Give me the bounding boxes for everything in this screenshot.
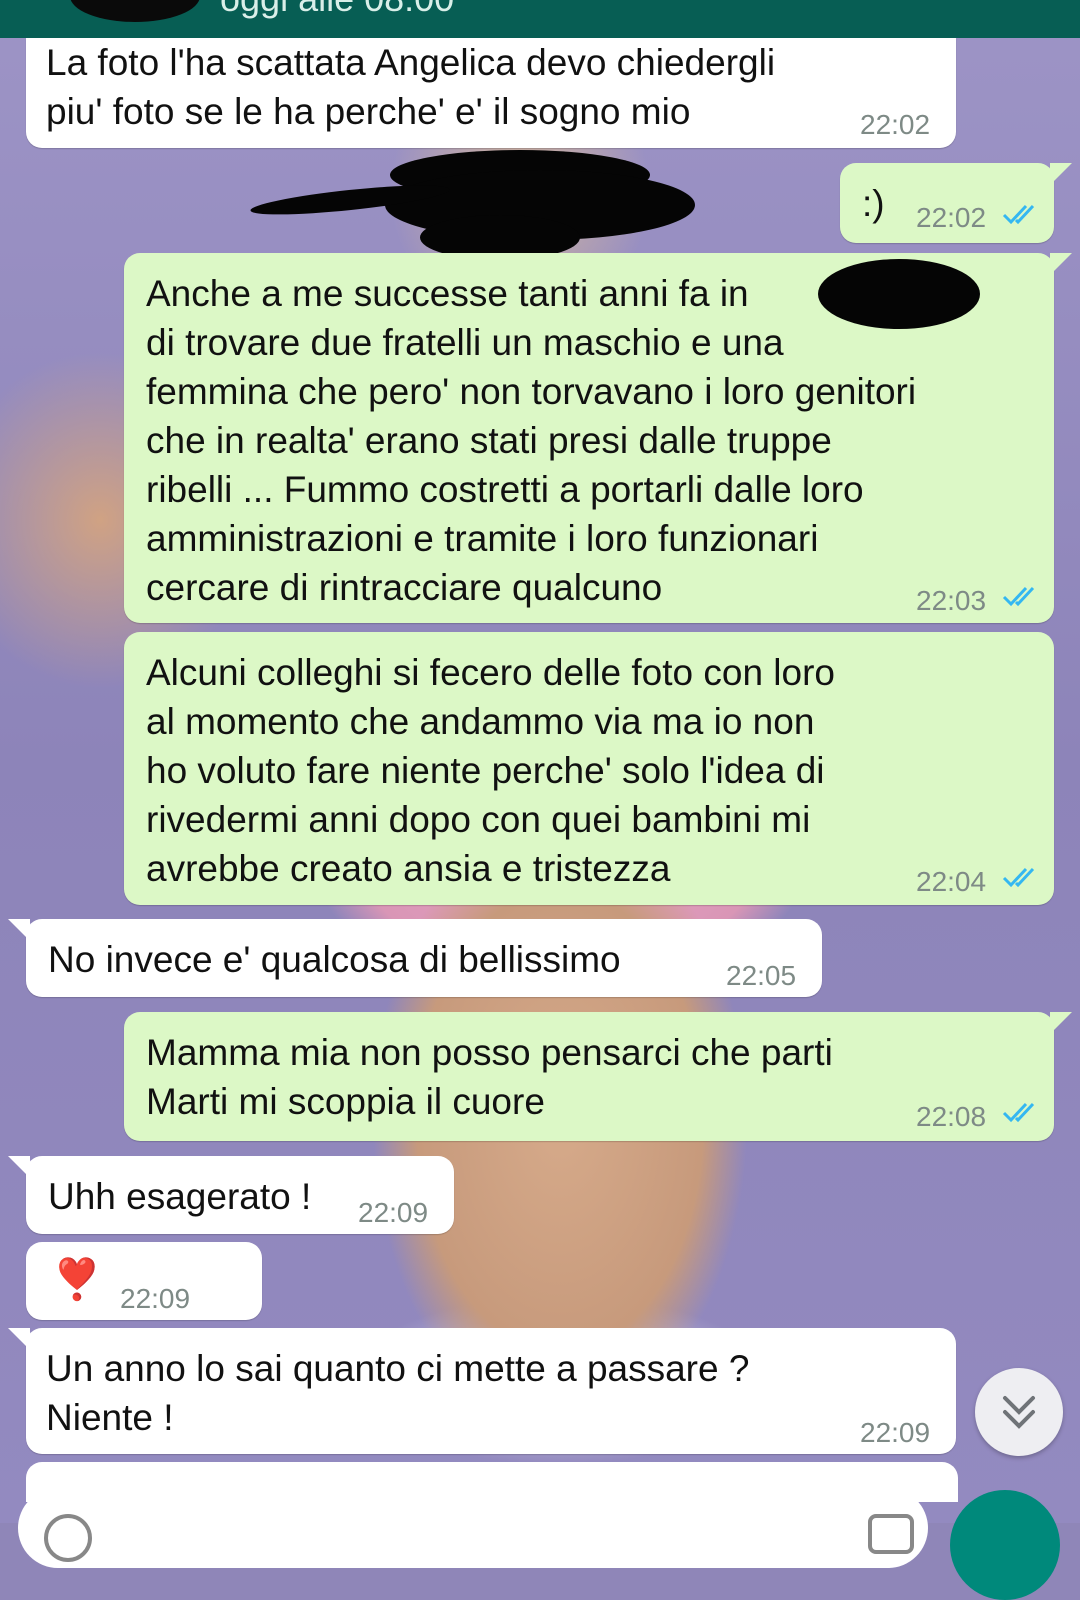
message-bubble-incoming[interactable]: ❣️ 22:09 — [26, 1242, 262, 1320]
mic-button[interactable] — [950, 1490, 1060, 1600]
emoji-icon[interactable] — [44, 1514, 92, 1562]
message-bubble-incoming[interactable]: Un anno lo sai quanto ci mette a passare… — [8, 1328, 956, 1454]
message-time: 22:04 — [916, 866, 987, 897]
double-check-icon — [1002, 586, 1035, 607]
message-time: 22:09 — [120, 1283, 191, 1314]
message-bubble-outgoing[interactable]: Mamma mia non posso pensarci che parti M… — [124, 1012, 1072, 1141]
redaction-mark — [818, 259, 980, 329]
chevron-double-down-icon — [1003, 1396, 1035, 1429]
message-bubble-incoming[interactable]: Uhh esagerato ! 22:09 — [8, 1156, 454, 1234]
message-text: Alcuni colleghi si fecero delle foto con… — [146, 652, 835, 889]
message-text: Mamma mia non posso pensarci che parti M… — [146, 1032, 833, 1122]
heart-exclamation-icon: ❣️ — [52, 1258, 102, 1302]
message-input[interactable] — [18, 1488, 928, 1568]
message-time: 22:09 — [860, 1417, 931, 1448]
camera-icon[interactable] — [868, 1514, 914, 1554]
double-check-icon — [1002, 1102, 1035, 1123]
message-bubble-incoming[interactable]: No invece e' qualcosa di bellissimo 22:0… — [8, 919, 822, 997]
message-bubble-incoming[interactable]: La foto l'ha scattata Angelica devo chie… — [26, 38, 956, 148]
message-text: La foto l'ha scattata Angelica devo chie… — [46, 42, 776, 132]
message-bubble-outgoing[interactable]: Alcuni colleghi si fecero delle foto con… — [124, 632, 1054, 905]
message-time: 22:03 — [916, 585, 987, 616]
chat-header: oggi alle 08:00 — [0, 0, 1080, 38]
message-time: 22:05 — [726, 960, 797, 991]
message-text: :) — [862, 183, 885, 224]
scroll-to-bottom-button[interactable] — [975, 1368, 1063, 1456]
message-time: 22:02 — [860, 109, 931, 140]
message-time: 22:08 — [916, 1101, 987, 1132]
message-text: Un anno lo sai quanto ci mette a passare… — [46, 1348, 750, 1438]
message-text: Uhh esagerato ! — [48, 1176, 312, 1217]
double-check-icon — [1002, 867, 1035, 888]
message-time: 22:09 — [358, 1197, 429, 1228]
message-text: No invece e' qualcosa di bellissimo — [48, 939, 621, 980]
last-seen-status: oggi alle 08:00 — [220, 0, 454, 20]
double-check-icon — [1002, 204, 1035, 225]
avatar[interactable] — [70, 0, 200, 22]
message-bubble-outgoing[interactable]: :) 22:02 — [840, 163, 1072, 243]
message-bubble-outgoing[interactable]: Anche a me successe tanti anni fa in di … — [124, 253, 1072, 623]
message-time: 22:02 — [916, 202, 987, 233]
